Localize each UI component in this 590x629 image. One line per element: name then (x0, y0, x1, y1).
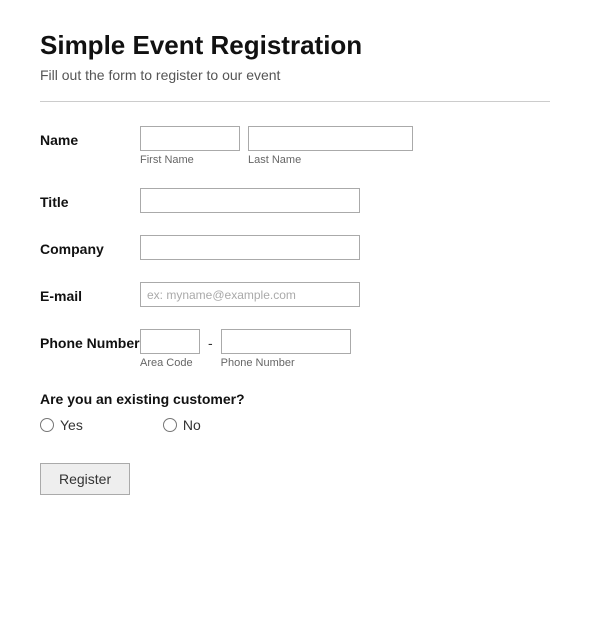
radio-no-item[interactable]: No (163, 417, 201, 433)
company-label: Company (40, 235, 140, 257)
radio-yes-item[interactable]: Yes (40, 417, 83, 433)
company-row: Company (40, 235, 550, 260)
customer-question: Are you an existing customer? (40, 391, 550, 407)
first-name-container: First Name (140, 126, 240, 166)
title-row: Title (40, 188, 550, 213)
last-name-sublabel: Last Name (248, 154, 413, 166)
area-code-container: Area Code (140, 329, 200, 369)
phone-number-sublabel: Phone Number (221, 357, 351, 369)
radio-yes-input[interactable] (40, 418, 54, 432)
phone-input-group: Area Code - Phone Number (140, 329, 351, 369)
radio-group: Yes No (40, 417, 550, 433)
phone-number-input[interactable] (221, 329, 351, 354)
register-button[interactable]: Register (40, 463, 130, 495)
customer-section: Are you an existing customer? Yes No (40, 391, 550, 433)
divider (40, 101, 550, 102)
title-input[interactable] (140, 188, 360, 213)
page-subtitle: Fill out the form to register to our eve… (40, 67, 550, 83)
phone-row: Phone Number Area Code - Phone Number (40, 329, 550, 369)
radio-no-label: No (183, 417, 201, 433)
radio-no-input[interactable] (163, 418, 177, 432)
last-name-input[interactable] (248, 126, 413, 151)
area-code-sublabel: Area Code (140, 357, 200, 369)
last-name-container: Last Name (248, 126, 413, 166)
name-row: Name First Name Last Name (40, 126, 550, 166)
name-input-group: First Name Last Name (140, 126, 413, 166)
area-code-input[interactable] (140, 329, 200, 354)
radio-yes-label: Yes (60, 417, 83, 433)
title-label: Title (40, 188, 140, 210)
phone-inputs: Area Code - Phone Number (140, 329, 351, 369)
company-inputs (140, 235, 360, 260)
page-title: Simple Event Registration (40, 30, 550, 61)
name-inputs: First Name Last Name (140, 126, 413, 166)
phone-dash: - (208, 329, 213, 351)
phone-label: Phone Number (40, 329, 140, 351)
company-input[interactable] (140, 235, 360, 260)
email-inputs (140, 282, 360, 307)
title-inputs (140, 188, 360, 213)
email-input[interactable] (140, 282, 360, 307)
phone-number-container: Phone Number (221, 329, 351, 369)
name-label: Name (40, 126, 140, 148)
email-row: E-mail (40, 282, 550, 307)
first-name-input[interactable] (140, 126, 240, 151)
email-label: E-mail (40, 282, 140, 304)
first-name-sublabel: First Name (140, 154, 240, 166)
